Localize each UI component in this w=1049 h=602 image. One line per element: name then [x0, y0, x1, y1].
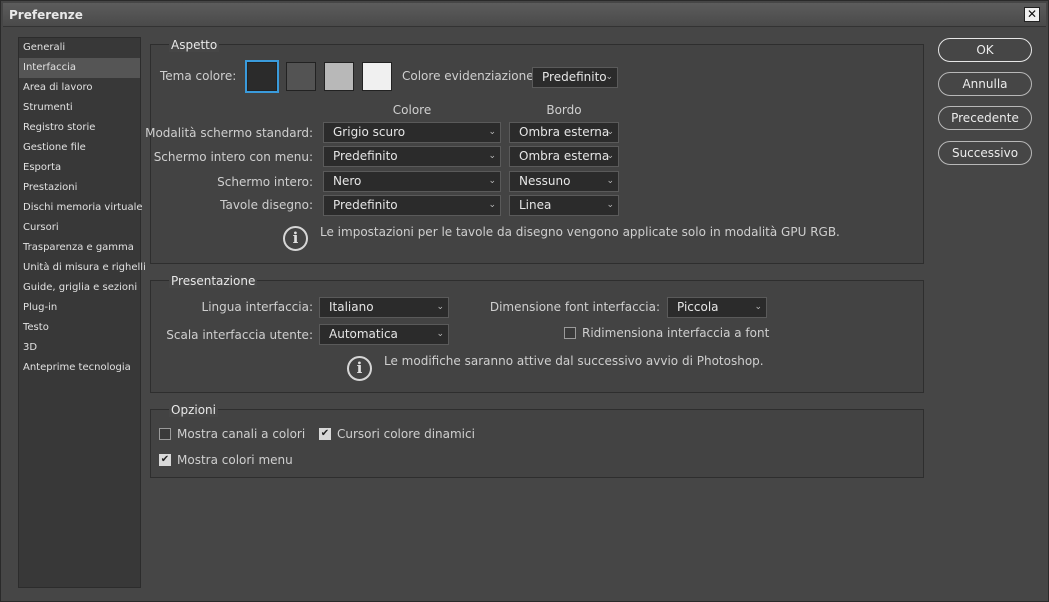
group-title-opzioni: Opzioni — [169, 403, 218, 417]
sidebar-item-cursori[interactable]: Cursori — [19, 218, 140, 238]
bordo-value: Ombra esterna — [519, 149, 610, 163]
sidebar-item-prestazioni[interactable]: Prestazioni — [19, 178, 140, 198]
chevron-down-icon: ⌄ — [606, 176, 614, 186]
scala-interfaccia-select[interactable]: Automatica ⌄ — [319, 324, 449, 345]
font-value: Piccola — [677, 300, 719, 314]
group-presentazione: Presentazione Lingua interfaccia: Italia… — [150, 274, 924, 393]
bordo-select-modalita-standard[interactable]: Ombra esterna ⌄ — [509, 122, 619, 143]
bordo-value: Linea — [519, 198, 552, 212]
chevron-down-icon: ⌄ — [754, 302, 762, 312]
group-opzioni: Opzioni Mostra canali a colori ✔ Cursori… — [150, 403, 924, 478]
chevron-down-icon: ⌄ — [605, 72, 613, 82]
sidebar-item-registro-storie[interactable]: Registro storie — [19, 118, 140, 138]
info-icon: i — [347, 356, 372, 381]
colore-evidenziazione-select[interactable]: Predefinito ⌄ — [532, 67, 618, 88]
row-label-tavole-disegno: Tavole disegno: — [220, 198, 313, 212]
row-label-schermo-intero: Schermo intero: — [217, 175, 313, 189]
window-title: Preferenze — [9, 8, 83, 22]
sidebar-item-area-di-lavoro[interactable]: Area di lavoro — [19, 78, 140, 98]
colore-value: Nero — [333, 174, 362, 188]
chevron-down-icon: ⌄ — [436, 329, 444, 339]
colore-value: Predefinito — [333, 149, 398, 163]
precedente-button[interactable]: Precedente — [938, 106, 1032, 130]
chevron-down-icon: ⌄ — [436, 302, 444, 312]
scala-interfaccia-label: Scala interfaccia utente: — [166, 328, 313, 342]
chevron-down-icon: ⌄ — [488, 127, 496, 137]
sidebar: Generali Interfaccia Area di lavoro Strumen… — [18, 37, 146, 588]
colore-select-schermo-intero[interactable]: Nero ⌄ — [323, 171, 501, 192]
chevron-down-icon: ⌄ — [606, 127, 614, 137]
sidebar-item-esporta[interactable]: Esporta — [19, 158, 140, 178]
sidebar-item-unità-di-misura-e-righelli[interactable]: Unità di misura e righelli — [19, 258, 146, 278]
sidebar-item-gestione-file[interactable]: Gestione file — [19, 138, 140, 158]
bordo-value: Ombra esterna — [519, 125, 610, 139]
close-icon[interactable]: ✕ — [1024, 7, 1040, 22]
sidebar-item-interfaccia[interactable]: Interfaccia — [19, 58, 140, 78]
presentazione-info-text: Le modifiche saranno attive dal successi… — [384, 354, 764, 368]
colore-evidenziazione-value: Predefinito — [542, 70, 607, 84]
mostra-canali-label: Mostra canali a colori — [177, 427, 306, 441]
row-label-modalita-standard: Modalità schermo standard: — [145, 126, 313, 140]
bordo-value: Nessuno — [519, 174, 571, 188]
colore-evidenziazione-label: Colore evidenziazione: — [402, 69, 538, 83]
sidebar-item-plug-in[interactable]: Plug-in — [19, 298, 140, 318]
cursori-colore-checkbox[interactable]: ✔ — [319, 428, 331, 440]
group-aspetto: Aspetto Tema colore: Colore evidenziazio… — [145, 38, 924, 264]
tema-colore-label: Tema colore: — [160, 69, 237, 83]
ridimensiona-checkbox[interactable] — [564, 327, 576, 339]
chevron-down-icon: ⌄ — [488, 151, 496, 161]
sidebar-item-dischi-memoria-virtuale[interactable]: Dischi memoria virtuale — [19, 198, 143, 218]
mostra-colori-menu-checkbox[interactable]: ✔ — [159, 454, 171, 466]
ok-button[interactable]: OK — [938, 38, 1032, 62]
theme-swatch-darkest[interactable] — [245, 60, 279, 93]
annulla-button[interactable]: Annulla — [938, 72, 1032, 96]
title-bar: Preferenze ✕ — [3, 3, 1046, 27]
bordo-select-schermo-intero[interactable]: Nessuno ⌄ — [509, 171, 619, 192]
lingua-value: Italiano — [329, 300, 374, 314]
sidebar-item-trasparenza-e-gamma[interactable]: Trasparenza e gamma — [19, 238, 140, 258]
chevron-down-icon: ⌄ — [488, 200, 496, 210]
group-title-aspetto: Aspetto — [169, 38, 220, 52]
bordo-select-schermo-intero-menu[interactable]: Ombra esterna ⌄ — [509, 146, 619, 167]
group-title-presentazione: Presentazione — [169, 274, 258, 288]
sidebar-item-strumenti[interactable]: Strumenti — [19, 98, 140, 118]
colore-select-schermo-intero-menu[interactable]: Predefinito ⌄ — [323, 146, 501, 167]
column-header-bordo: Bordo — [546, 103, 582, 117]
mostra-canali-checkbox[interactable] — [159, 428, 171, 440]
chevron-down-icon: ⌄ — [488, 176, 496, 186]
dimensione-font-label: Dimensione font interfaccia: — [489, 300, 660, 314]
chevron-down-icon: ⌄ — [606, 200, 614, 210]
theme-swatch-dark[interactable] — [286, 62, 316, 91]
cursori-colore-label: Cursori colore dinamici — [337, 427, 475, 441]
bordo-select-tavole-disegno[interactable]: Linea ⌄ — [509, 195, 619, 216]
sidebar-item-3d[interactable]: 3D — [19, 338, 140, 358]
info-icon: i — [283, 226, 308, 251]
theme-swatch-light[interactable] — [324, 62, 354, 91]
scala-value: Automatica — [329, 327, 398, 341]
preferences-dialog: Preferenze ✕ Generali Interfaccia Area di … — [0, 0, 1049, 602]
dimensione-font-select[interactable]: Piccola ⌄ — [667, 297, 767, 318]
theme-swatch-lightest[interactable] — [362, 62, 392, 91]
lingua-interfaccia-label: Lingua interfaccia: — [201, 300, 313, 314]
mostra-colori-menu-label: Mostra colori menu — [177, 453, 293, 467]
sidebar-item-anteprime-tecnologia[interactable]: Anteprime tecnologia — [19, 358, 140, 378]
sidebar-item-guide-griglia-e-sezioni[interactable]: Guide, griglia e sezioni — [19, 278, 140, 298]
column-header-colore: Colore — [392, 103, 432, 117]
lingua-interfaccia-select[interactable]: Italiano ⌄ — [319, 297, 449, 318]
successivo-button[interactable]: Successivo — [938, 141, 1032, 165]
colore-value: Predefinito — [333, 198, 398, 212]
colore-value: Grigio scuro — [333, 125, 406, 139]
colore-select-tavole-disegno[interactable]: Predefinito ⌄ — [323, 195, 501, 216]
sidebar-item-testo[interactable]: Testo — [19, 318, 140, 338]
row-label-schermo-intero-menu: Schermo intero con menu: — [153, 150, 313, 164]
aspetto-info-text: Le impostazioni per le tavole da disegno… — [320, 225, 840, 239]
sidebar-item-generali[interactable]: Generali — [19, 38, 140, 58]
chevron-down-icon: ⌄ — [606, 151, 614, 161]
colore-select-modalita-standard[interactable]: Grigio scuro ⌄ — [323, 122, 501, 143]
ridimensiona-label: Ridimensiona interfaccia a font — [582, 326, 770, 340]
